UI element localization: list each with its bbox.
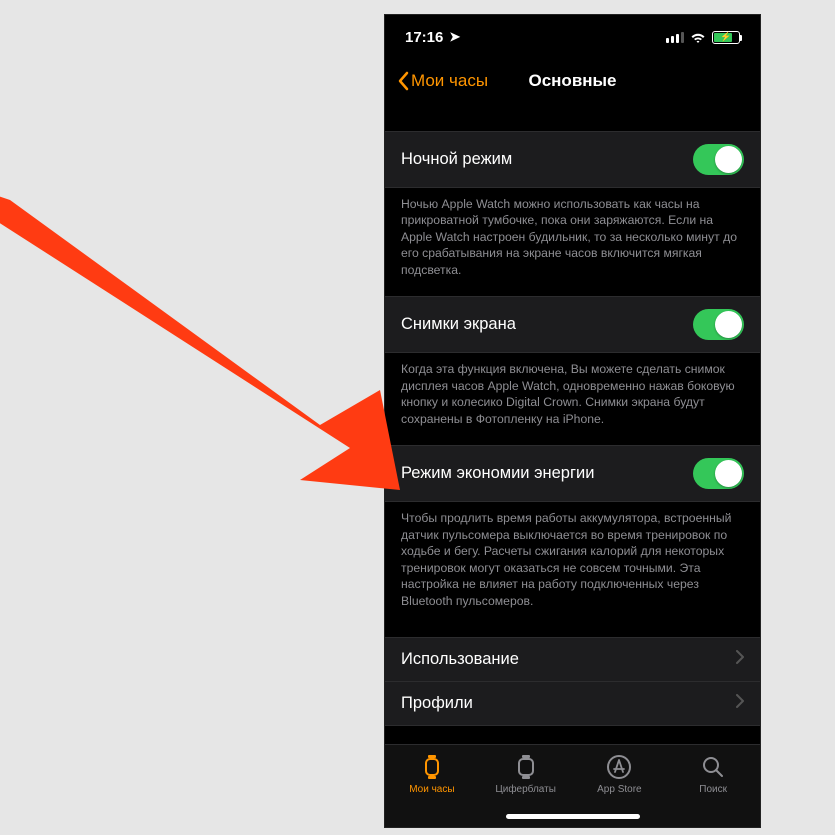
watch-icon xyxy=(418,753,446,781)
setting-power-saving[interactable]: Режим экономии энергии xyxy=(385,445,760,502)
home-indicator[interactable] xyxy=(506,814,640,819)
toggle-switch[interactable] xyxy=(693,144,744,175)
nav-header: Мои часы Основные xyxy=(385,59,760,103)
chevron-right-icon xyxy=(736,694,744,713)
back-label: Мои часы xyxy=(411,71,488,91)
setting-screenshots[interactable]: Снимки экрана xyxy=(385,296,760,353)
nav-profiles[interactable]: Профили xyxy=(385,682,760,726)
back-button[interactable]: Мои часы xyxy=(397,71,488,91)
annotation-arrow-icon xyxy=(0,180,400,490)
tab-my-watch[interactable]: Мои часы xyxy=(385,753,479,827)
chevron-right-icon xyxy=(736,650,744,669)
tab-bar: Мои часы Циферблаты App Store Поиск xyxy=(385,744,760,827)
toggle-switch[interactable] xyxy=(693,458,744,489)
cellular-signal-icon xyxy=(666,32,684,43)
toggle-switch[interactable] xyxy=(693,309,744,340)
setting-description: Ночью Apple Watch можно использовать как… xyxy=(385,188,760,296)
setting-label: Ночной режим xyxy=(401,150,512,169)
setting-description: Когда эта функция включена, Вы можете сд… xyxy=(385,353,760,445)
appstore-icon xyxy=(605,753,633,781)
wifi-icon xyxy=(690,31,706,43)
status-time: 17:16 xyxy=(405,29,443,46)
nav-usage[interactable]: Использование xyxy=(385,637,760,682)
nav-label: Использование xyxy=(401,650,519,669)
setting-night-mode[interactable]: Ночной режим xyxy=(385,131,760,188)
tab-search[interactable]: Поиск xyxy=(666,753,760,827)
battery-icon: ⚡ xyxy=(712,31,740,44)
tab-label: Мои часы xyxy=(409,784,454,795)
setting-description: Чтобы продлить время работы аккумулятора… xyxy=(385,502,760,627)
settings-content[interactable]: Ночной режим Ночью Apple Watch можно исп… xyxy=(385,103,760,744)
nav-label: Профили xyxy=(401,694,473,713)
setting-label: Режим экономии энергии xyxy=(401,464,594,483)
tab-label: Циферблаты xyxy=(495,784,556,795)
search-icon xyxy=(699,753,727,781)
watchface-icon xyxy=(512,753,540,781)
location-icon: ➤ xyxy=(449,29,460,45)
tab-label: Поиск xyxy=(699,784,727,795)
page-title: Основные xyxy=(528,71,616,91)
phone-frame: 17:16 ➤ ⚡ Мои часы Основные Ночной режим… xyxy=(385,15,760,827)
setting-label: Снимки экрана xyxy=(401,315,516,334)
tab-label: App Store xyxy=(597,784,641,795)
status-bar: 17:16 ➤ ⚡ xyxy=(385,15,760,59)
